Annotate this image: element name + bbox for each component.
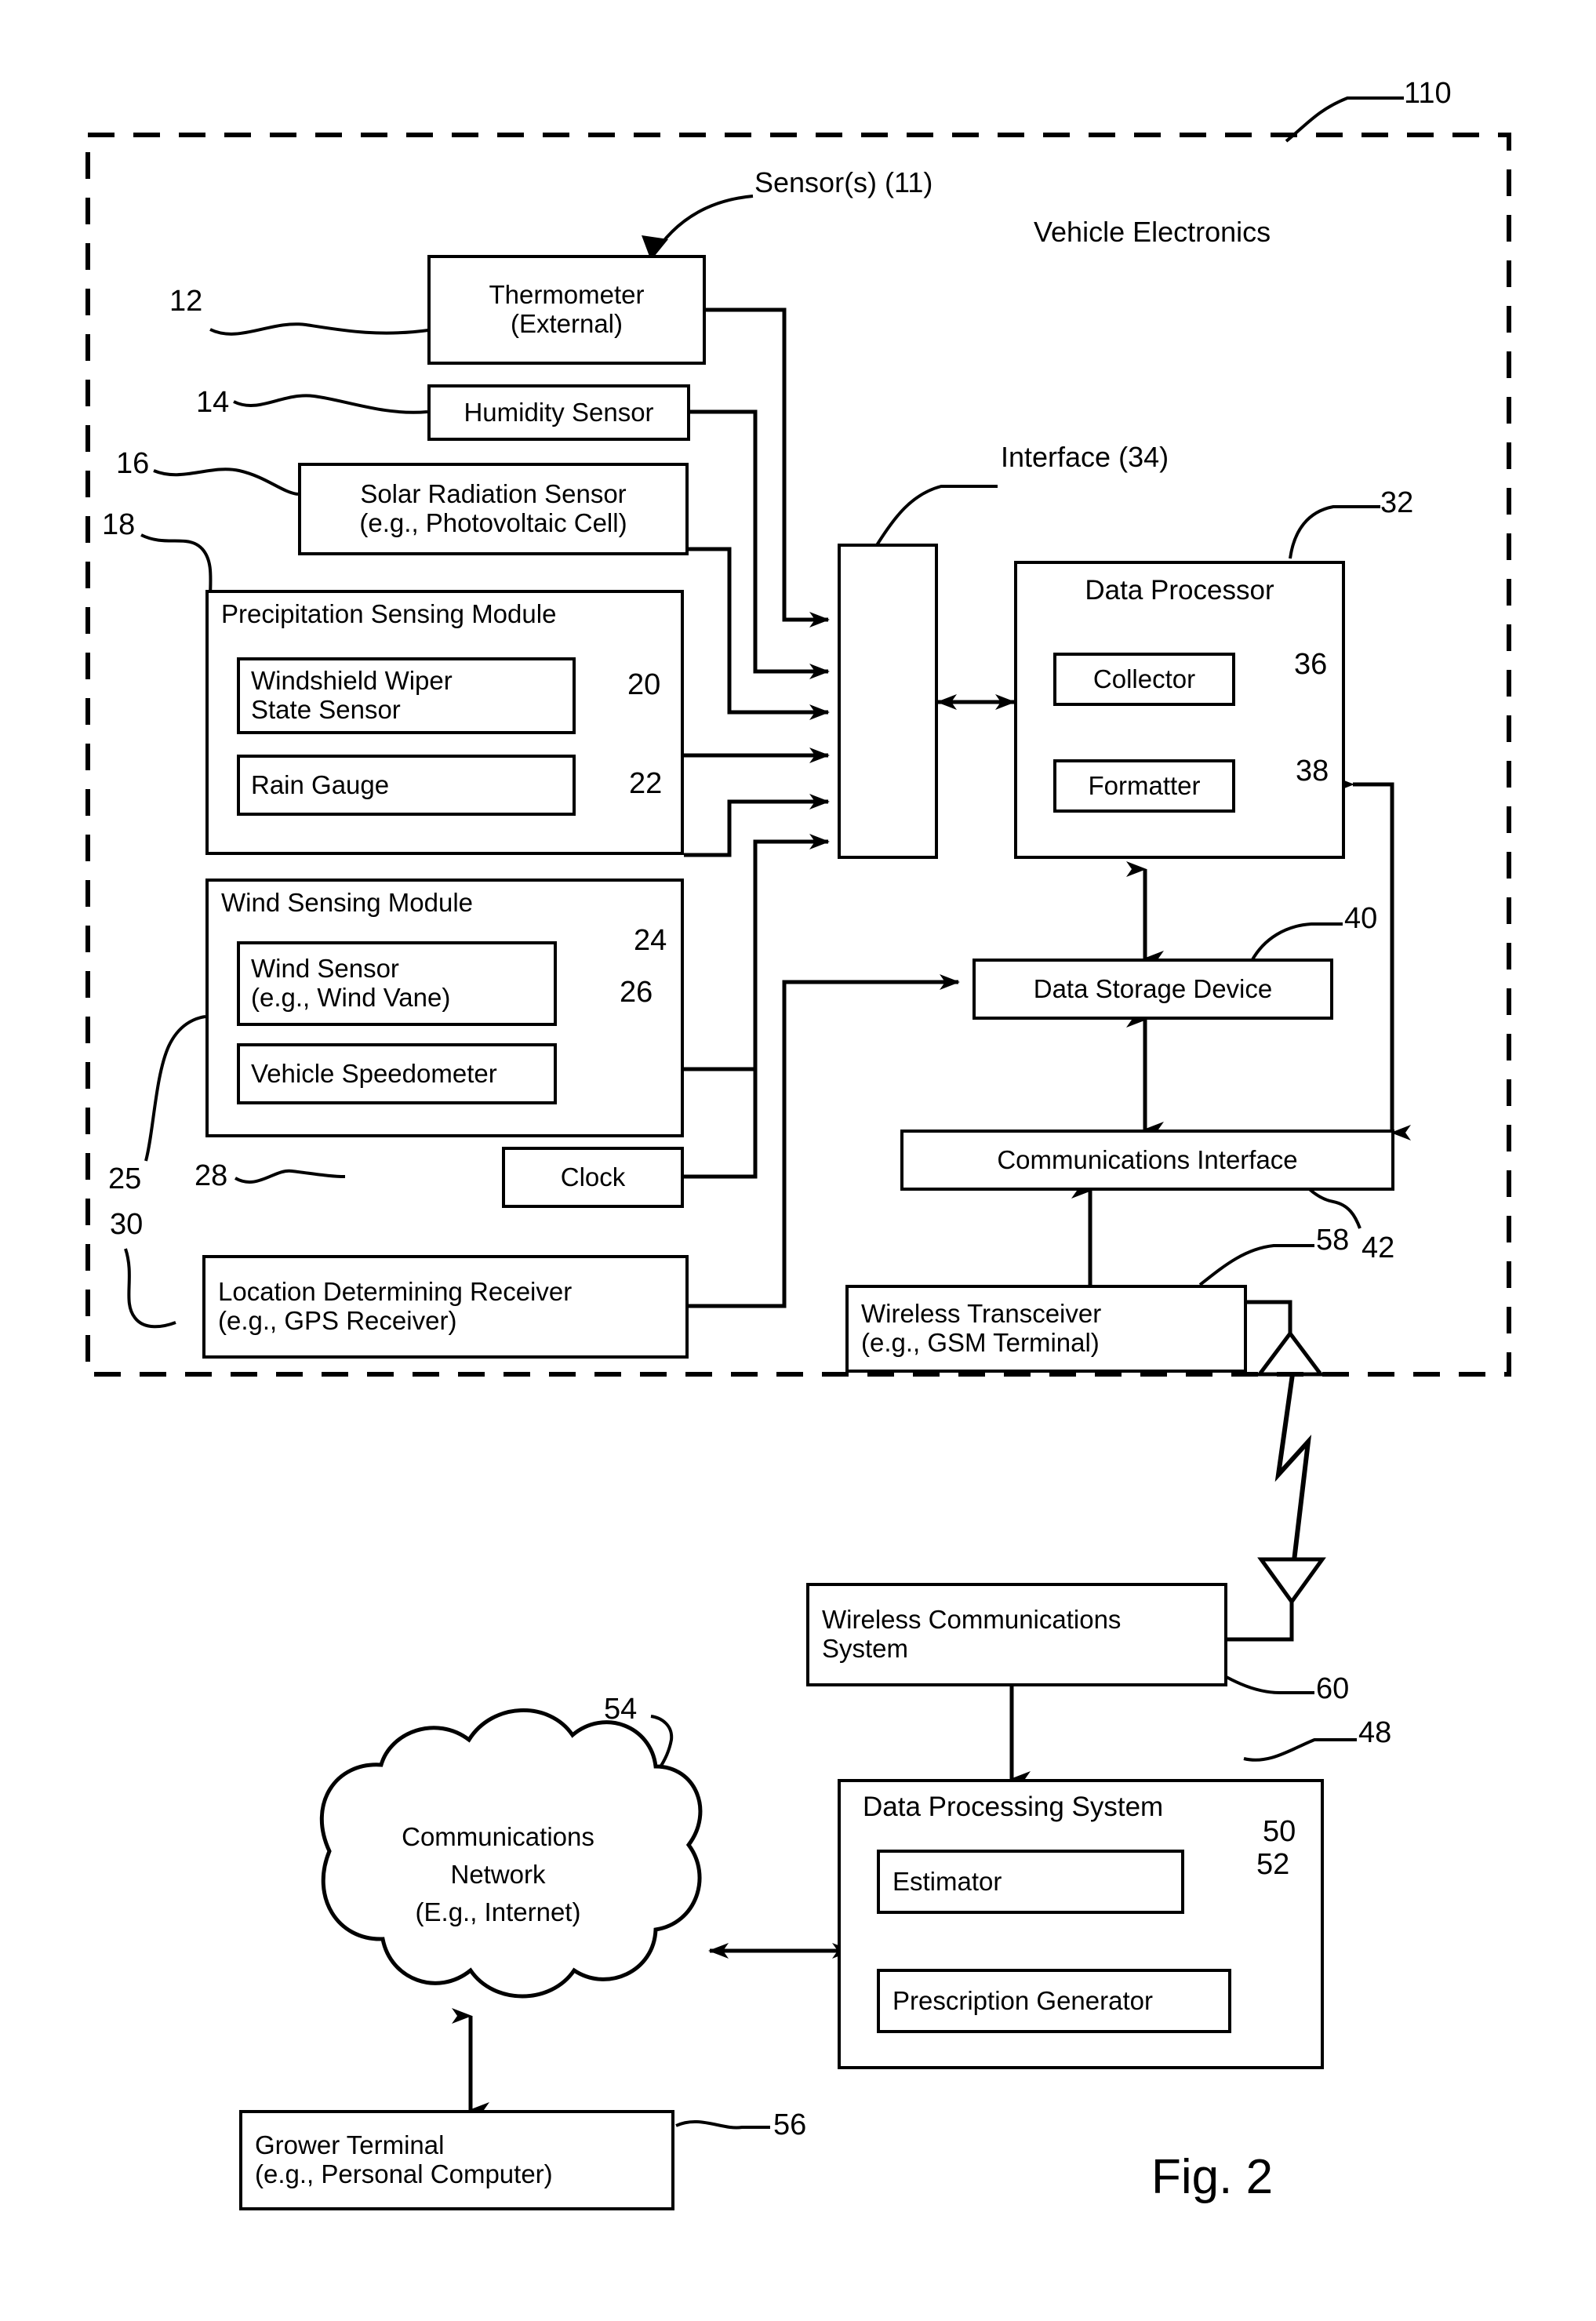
ref-26: 26 <box>620 976 653 1009</box>
block-prescription-generator[interactable]: Prescription Generator <box>877 1969 1231 2033</box>
ref-16: 16 <box>116 447 150 480</box>
block-location-determining-receiver[interactable]: Location Determining Receiver (e.g., GPS… <box>202 1255 689 1359</box>
block-wireless-transceiver[interactable]: Wireless Transceiver (e.g., GSM Terminal… <box>845 1285 1247 1373</box>
ref-30: 30 <box>110 1208 144 1241</box>
ref-42: 42 <box>1362 1231 1395 1264</box>
ref-28: 28 <box>195 1159 228 1192</box>
wind-sensor-line2: (e.g., Wind Vane) <box>251 983 451 1012</box>
cloud-line2: Network <box>450 1860 546 1889</box>
cloud-line1: Communications <box>402 1822 594 1851</box>
gps-line2: (e.g., GPS Receiver) <box>218 1306 457 1335</box>
dps-title: Data Processing System <box>863 1792 1164 1822</box>
ref-32: 32 <box>1380 486 1414 519</box>
wind-sensor-line1: Wind Sensor <box>251 954 399 984</box>
ref-22: 22 <box>629 767 663 800</box>
module-data-processor[interactable]: Data Processor <box>1014 561 1345 859</box>
rain-gauge-line1: Rain Gauge <box>251 769 390 799</box>
precipitation-module-title: Precipitation Sensing Module <box>221 599 557 628</box>
ref-12: 12 <box>169 285 203 318</box>
ref-24: 24 <box>634 924 667 957</box>
ref-36: 36 <box>1294 648 1328 681</box>
cloud-line3: (E.g., Internet) <box>415 1897 581 1926</box>
estimator-line1: Estimator <box>893 1866 1002 1896</box>
ref-54: 54 <box>604 1693 638 1726</box>
data-storage-line1: Data Storage Device <box>1033 973 1273 1003</box>
figure-canvas: Vehicle Electronics Sensor(s) (11) Inter… <box>0 0 1596 2321</box>
ref-25: 25 <box>108 1162 142 1195</box>
ref-14: 14 <box>196 386 230 419</box>
grower-line2: (e.g., Personal Computer) <box>255 2159 553 2188</box>
humidity-line1: Humidity Sensor <box>464 397 654 427</box>
wireless-link-icon <box>1274 1373 1312 1562</box>
block-interface[interactable] <box>838 544 938 859</box>
ref-18: 18 <box>102 508 136 541</box>
wcs-line1: Wireless Communications <box>822 1605 1122 1635</box>
wcs-line2: System <box>822 1634 909 1663</box>
block-estimator[interactable]: Estimator <box>877 1850 1184 1914</box>
solar-line2: (e.g., Photovoltaic Cell) <box>359 508 627 537</box>
ref-38: 38 <box>1296 755 1329 788</box>
vehicle-electronics-title: Vehicle Electronics <box>1034 216 1271 248</box>
wiper-line1: Windshield Wiper <box>251 666 453 696</box>
transceiver-line1: Wireless Transceiver <box>861 1299 1102 1329</box>
block-wind-sensor[interactable]: Wind Sensor (e.g., Wind Vane) <box>237 941 557 1026</box>
block-windshield-wiper-state-sensor[interactable]: Windshield Wiper State Sensor <box>237 657 576 734</box>
block-humidity-sensor[interactable]: Humidity Sensor <box>427 384 690 441</box>
thermometer-line1: Thermometer <box>489 280 645 310</box>
block-vehicle-speedometer[interactable]: Vehicle Speedometer <box>237 1043 557 1104</box>
comm-interface-line1: Communications Interface <box>997 1144 1298 1174</box>
clock-line1: Clock <box>560 1162 626 1191</box>
ref-56: 56 <box>773 2108 807 2141</box>
antenna-up-icon <box>1256 1330 1325 1377</box>
block-thermometer[interactable]: Thermometer (External) <box>427 255 706 365</box>
antenna-down-icon <box>1257 1557 1326 1606</box>
ref-58: 58 <box>1316 1224 1350 1257</box>
prescription-line1: Prescription Generator <box>893 1985 1153 2015</box>
collector-line1: Collector <box>1092 664 1196 693</box>
block-wireless-communications-system[interactable]: Wireless Communications System <box>806 1583 1227 1686</box>
transceiver-line2: (e.g., GSM Terminal) <box>861 1328 1100 1357</box>
ref-50: 50 <box>1263 1815 1296 1848</box>
wiper-line2: State Sensor <box>251 695 401 724</box>
gps-line1: Location Determining Receiver <box>218 1277 573 1307</box>
ref-52: 52 <box>1256 1848 1290 1881</box>
sensors-group-label: Sensor(s) (11) <box>754 166 933 198</box>
block-formatter[interactable]: Formatter <box>1053 759 1235 813</box>
block-grower-terminal[interactable]: Grower Terminal (e.g., Personal Computer… <box>239 2110 674 2210</box>
block-clock[interactable]: Clock <box>502 1147 684 1208</box>
formatter-line1: Formatter <box>1088 770 1201 800</box>
data-processor-title: Data Processor <box>1085 575 1274 606</box>
ref-20: 20 <box>627 668 661 701</box>
solar-line1: Solar Radiation Sensor <box>360 479 627 509</box>
block-data-storage-device[interactable]: Data Storage Device <box>973 959 1333 1020</box>
ref-40: 40 <box>1344 902 1378 935</box>
interface-label: Interface (34) <box>1001 441 1169 473</box>
ref-110: 110 <box>1404 77 1452 110</box>
speedometer-line1: Vehicle Speedometer <box>251 1058 497 1088</box>
wind-module-title: Wind Sensing Module <box>221 888 474 917</box>
grower-line1: Grower Terminal <box>255 2130 445 2160</box>
ref-60: 60 <box>1316 1672 1350 1705</box>
figure-caption: Fig. 2 <box>1151 2150 1274 2204</box>
block-solar-radiation-sensor[interactable]: Solar Radiation Sensor (e.g., Photovolta… <box>298 463 689 555</box>
thermometer-line2: (External) <box>510 309 623 338</box>
block-communications-interface[interactable]: Communications Interface <box>900 1130 1394 1191</box>
block-rain-gauge[interactable]: Rain Gauge <box>237 755 576 816</box>
block-collector[interactable]: Collector <box>1053 653 1235 706</box>
ref-48: 48 <box>1358 1716 1392 1749</box>
